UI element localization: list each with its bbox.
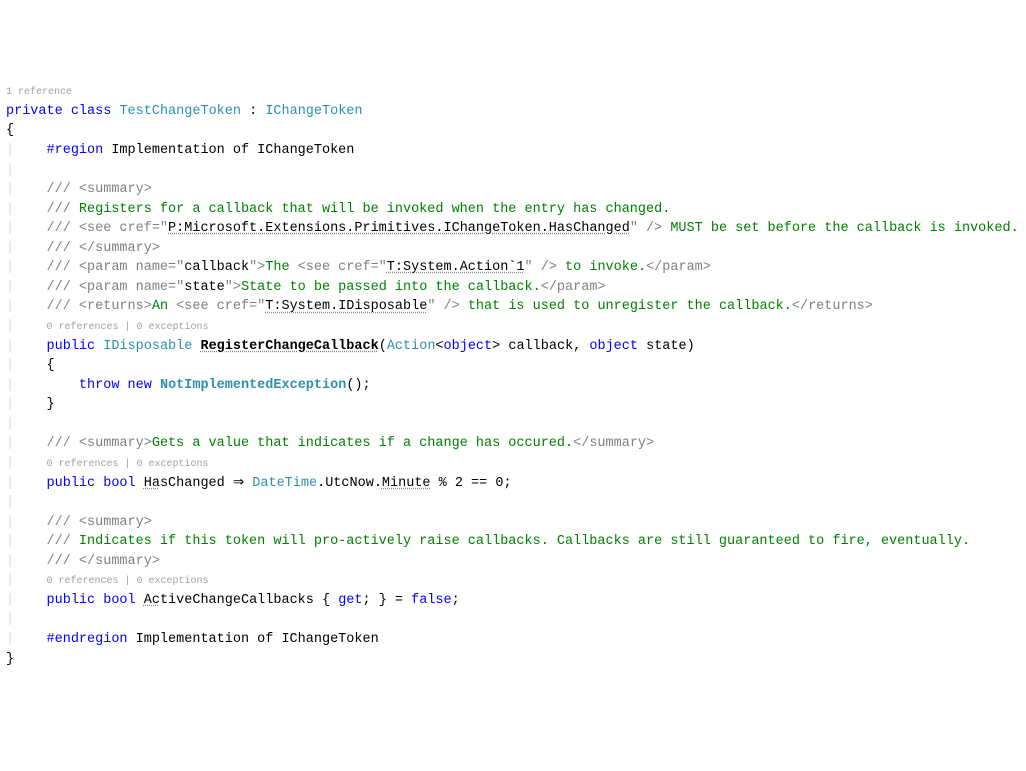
keyword-get: get [338, 593, 362, 608]
summary-text: Indicates if this token will pro-activel… [79, 534, 970, 549]
codelens-top[interactable]: 1 reference [6, 87, 72, 98]
param-callback: callback [508, 339, 573, 354]
keyword-class: class [71, 104, 112, 119]
xml-summary-close: </summary> [79, 241, 160, 256]
type-notimplementedexception: NotImplementedException [160, 378, 346, 393]
brace: ; } = [363, 593, 412, 608]
keyword-object: object [589, 339, 638, 354]
summary-text: MUST be set before the callback is invok… [662, 221, 1018, 236]
keyword-new: new [128, 378, 152, 393]
xml-doc: /// [47, 436, 79, 451]
xml-summary-open: <summary> [79, 182, 152, 197]
xml-summary-close: </summary> [79, 554, 160, 569]
property-activechangecallbacks-rest: tiveChangeCallbacks [160, 593, 314, 608]
see-close: " /> [630, 221, 662, 236]
xml-doc: /// [47, 202, 79, 217]
param-name: callback [184, 260, 249, 275]
close-brace: } [47, 397, 55, 412]
type-datetime: DateTime [252, 476, 317, 491]
summary-text: Gets a value that indicates if a change … [152, 436, 573, 451]
see-close: " /> [427, 299, 459, 314]
keyword-bool: bool [103, 476, 135, 491]
keyword-public: public [47, 593, 96, 608]
param-mid: "> [225, 280, 241, 295]
empty-parens: (); [346, 378, 370, 393]
open-brace: { [47, 358, 55, 373]
returns-text: An [152, 299, 176, 314]
param-text: The [265, 260, 297, 275]
param-state: state [646, 339, 687, 354]
param-mid: "> [249, 260, 265, 275]
summary-text: Registers for a callback that will be in… [79, 202, 670, 217]
xml-doc: /// [47, 241, 79, 256]
param-text: to invoke. [557, 260, 646, 275]
type-testchangetoken: TestChangeToken [119, 104, 241, 119]
colon: : [241, 104, 265, 119]
lparen: ( [379, 339, 387, 354]
keyword-bool: bool [103, 593, 135, 608]
xml-doc: /// [47, 221, 79, 236]
xml-summary-close: </summary> [573, 436, 654, 451]
cref-idisposable[interactable]: T:System.IDisposable [265, 299, 427, 314]
see-open: <see cref=" [79, 221, 168, 236]
param-text: State to be passed into the callback. [241, 280, 541, 295]
open-brace: { [6, 123, 14, 138]
keyword-object: object [444, 339, 493, 354]
semicolon: ; [452, 593, 460, 608]
xml-doc: /// [47, 554, 79, 569]
type-action: Action [387, 339, 436, 354]
property-haschanged-rest: sChanged [160, 476, 225, 491]
dot: . [374, 476, 382, 491]
code-editor[interactable]: 1 reference private class TestChangeToke… [6, 82, 1020, 669]
member-utcnow: UtcNow [325, 476, 374, 491]
xml-summary-open: <summary> [79, 436, 152, 451]
type-ichangetoken: IChangeToken [265, 104, 362, 119]
param-close: </param> [646, 260, 711, 275]
returns-text: that is used to unregister the callback. [460, 299, 792, 314]
cref-action[interactable]: T:System.Action`1 [387, 260, 525, 275]
keyword-public: public [47, 339, 96, 354]
returns-open: <returns> [79, 299, 152, 314]
cref-haschanged[interactable]: P:Microsoft.Extensions.Primitives.IChang… [168, 221, 630, 236]
keyword-throw: throw [79, 378, 120, 393]
xml-doc: /// [47, 299, 79, 314]
property-activechangecallbacks: Ac [144, 593, 160, 608]
returns-close: </returns> [792, 299, 873, 314]
param-open: <param name=" [79, 280, 184, 295]
keyword-false: false [411, 593, 452, 608]
arrow: ⇒ [225, 476, 253, 491]
keyword-private: private [6, 104, 63, 119]
region-directive[interactable]: #region [47, 143, 104, 158]
see-open: <see cref=" [176, 299, 265, 314]
dot: . [317, 476, 325, 491]
angle: < [435, 339, 443, 354]
xml-doc: /// [47, 182, 79, 197]
comma: , [573, 339, 589, 354]
region-label: Implementation of IChangeToken [103, 143, 354, 158]
see-close: " /> [525, 260, 557, 275]
xml-doc: /// [47, 280, 79, 295]
xml-doc: /// [47, 260, 79, 275]
keyword-public: public [47, 476, 96, 491]
param-close: </param> [541, 280, 606, 295]
member-minute: Minute [382, 476, 431, 491]
close-brace: } [6, 652, 14, 667]
xml-doc: /// [47, 534, 79, 549]
space [638, 339, 646, 354]
property-haschanged: Ha [144, 476, 160, 491]
param-open: <param name=" [79, 260, 184, 275]
codelens-references[interactable]: 0 references | 0 exceptions [47, 322, 209, 333]
endregion-label: Implementation of IChangeToken [128, 632, 379, 647]
brace: { [314, 593, 338, 608]
rparen: ) [687, 339, 695, 354]
codelens-references[interactable]: 0 references | 0 exceptions [47, 459, 209, 470]
method-registerchangecallback: RegisterChangeCallback [200, 339, 378, 354]
endregion-directive[interactable]: #endregion [47, 632, 128, 647]
expression: % 2 == 0; [431, 476, 512, 491]
see-open: <see cref=" [298, 260, 387, 275]
codelens-references[interactable]: 0 references | 0 exceptions [47, 576, 209, 587]
param-name: state [184, 280, 225, 295]
type-idisposable: IDisposable [103, 339, 192, 354]
